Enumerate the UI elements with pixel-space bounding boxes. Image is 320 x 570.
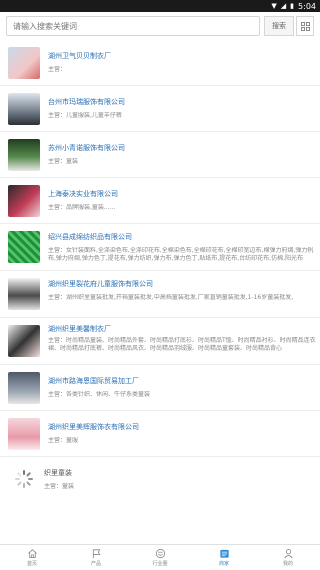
tab-mine[interactable]: 我的	[256, 545, 320, 570]
tab-label: 首页	[26, 561, 37, 567]
search-bar: 搜索	[6, 14, 314, 38]
status-time: 5:04	[298, 1, 316, 11]
company-name[interactable]: 湖州市路海恩国际贸易加工厂	[48, 376, 318, 386]
list-item[interactable]: 上海泰决实业有限公司 主营：品牌服装,童装......	[0, 178, 320, 224]
wifi-icon: ▼	[271, 2, 276, 10]
company-name[interactable]: 湖州织里美辉服饰衣有限公司	[48, 422, 318, 432]
company-thumbnail	[8, 417, 40, 450]
company-name[interactable]: 湖州织里裂花府儿童服饰有限公司	[48, 279, 318, 289]
status-bar: ▼ ◢ ▮ 5:04	[0, 0, 320, 12]
company-desc: 主营：湖州织里童装批发,开裆童装批发,中高档童装批发,厂家直销童装批发,1-16…	[48, 293, 294, 301]
company-name[interactable]: 苏州小青诺服饰有限公司	[48, 143, 318, 153]
company-thumbnail	[8, 231, 40, 263]
list-item[interactable]: 湖州织里裂花府儿童服饰有限公司 主营：湖州织里童装批发,开裆童装批发,中高档童装…	[0, 271, 320, 318]
list-item[interactable]: 湖州织里美馨制衣厂 主营：时尚精品童装、时尚精品外套、时尚精品打底衫、时尚精品T…	[0, 318, 320, 365]
company-name[interactable]: 上海泰决实业有限公司	[48, 189, 318, 199]
company-thumbnail	[8, 92, 40, 125]
company-desc: 主营：儿童服装,儿童羊仔裤	[48, 112, 122, 119]
company-name[interactable]: 湖州卫气贝贝制衣厂	[48, 51, 318, 61]
list-item[interactable]: 湖州织里美辉服饰衣有限公司 主营：童服	[0, 411, 320, 457]
tab-home[interactable]: 首页	[0, 545, 64, 570]
company-thumbnail	[8, 278, 40, 310]
list-item[interactable]: 湖州卫气贝贝制衣厂 主营：	[0, 40, 320, 86]
list-item[interactable]: 苏州小青诺服饰有限公司 主营：童装	[0, 132, 320, 178]
battery-icon: ▮	[290, 2, 294, 10]
company-thumbnail	[8, 325, 40, 357]
company-thumbnail	[8, 138, 40, 171]
company-desc: 主营：时尚精品童装、时尚精品外套、时尚精品打底衫、时尚精品T恤、时尚精品衬衫、时…	[48, 336, 316, 352]
company-name[interactable]: 织里童装	[44, 468, 314, 478]
search-input[interactable]	[6, 16, 260, 36]
tab-label: 商家	[218, 561, 229, 567]
tab-merchants[interactable]: 商家	[192, 545, 256, 570]
company-list: 湖州卫气贝贝制衣厂 主营： 台州市玛瑞服饰有限公司 主营：儿童服装,儿童羊仔裤 …	[0, 40, 320, 501]
bottom-tab-bar: 首页 产品 行业圈 商家 我的	[0, 544, 320, 570]
company-desc: 主营：各类针织、休闲、牛仔系类童装	[48, 391, 151, 398]
company-name[interactable]: 台州市玛瑞服饰有限公司	[48, 97, 318, 107]
company-desc: 主营：	[48, 66, 67, 73]
company-thumbnail	[8, 371, 40, 404]
user-icon	[283, 549, 293, 559]
search-button[interactable]: 搜索	[264, 16, 294, 36]
flag-icon	[92, 549, 100, 559]
category-button[interactable]	[296, 16, 314, 36]
signal-icon: ◢	[280, 2, 286, 10]
company-desc: 主营：童装	[48, 158, 79, 165]
company-desc: 主营：女针装面料,全涤染色布,全涤印花布,全棉染色布,全棉印花布,全棉印宽边布,…	[48, 246, 314, 262]
list-item[interactable]: 绍兴县成绵纺织品有限公司 主营：女针装面料,全涤染色布,全涤印花布,全棉染色布,…	[0, 224, 320, 271]
tab-products[interactable]: 产品	[64, 545, 128, 570]
smile-icon	[155, 548, 165, 559]
loading-spinner-icon	[14, 469, 34, 489]
company-desc: 主营：童服	[48, 437, 79, 444]
list-item[interactable]: 湖州市路海恩国际贸易加工厂 主营：各类针织、休闲、牛仔系类童装	[0, 365, 320, 411]
company-thumbnail	[8, 46, 40, 79]
company-desc: 主营：品牌服装,童装......	[48, 204, 116, 211]
company-name[interactable]: 绍兴县成绵纺织品有限公司	[48, 232, 318, 242]
company-thumbnail	[8, 184, 40, 217]
list-item[interactable]: 织里童装 主营：童装	[0, 457, 320, 501]
shop-icon	[219, 549, 229, 558]
tab-industry[interactable]: 行业圈	[128, 545, 192, 570]
list-item[interactable]: 台州市玛瑞服饰有限公司 主营：儿童服装,儿童羊仔裤	[0, 86, 320, 132]
tab-label: 行业圈	[152, 561, 168, 567]
company-name[interactable]: 湖州织里美馨制衣厂	[48, 324, 318, 334]
grid-icon	[300, 21, 310, 31]
company-desc: 主营：童装	[44, 482, 75, 490]
home-icon	[27, 549, 37, 559]
tab-label: 产品	[90, 561, 101, 567]
tab-label: 我的	[282, 561, 293, 567]
